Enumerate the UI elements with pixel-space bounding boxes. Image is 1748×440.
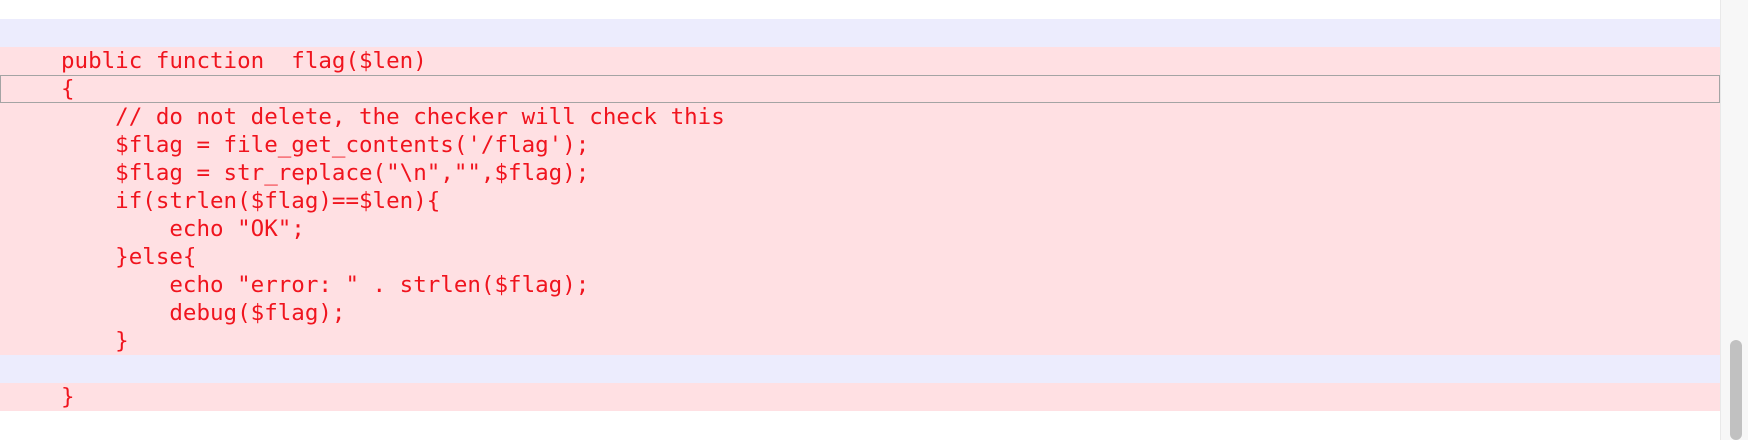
- code-area[interactable]: public function flag($len) { // do not d…: [0, 19, 1720, 411]
- code-line-removed[interactable]: }: [0, 383, 1720, 411]
- code-line-removed[interactable]: public function flag($len): [0, 47, 1720, 75]
- code-line-text: }else{: [61, 244, 197, 270]
- code-line-blank[interactable]: [0, 19, 1720, 47]
- code-line-removed[interactable]: debug($flag);: [0, 299, 1720, 327]
- code-line-text: $flag = file_get_contents('/flag');: [61, 132, 590, 158]
- code-line-text: echo "error: " . strlen($flag);: [61, 272, 590, 298]
- code-line-blank[interactable]: [0, 355, 1720, 383]
- code-line-text: $flag = str_replace("\n","",$flag);: [61, 160, 590, 186]
- code-line-removed[interactable]: }else{: [0, 243, 1720, 271]
- code-line-removed[interactable]: echo "OK";: [0, 215, 1720, 243]
- code-line-removed[interactable]: // do not delete, the checker will check…: [0, 103, 1720, 131]
- code-line-removed[interactable]: }: [0, 327, 1720, 355]
- code-line-text: }: [61, 328, 129, 354]
- code-line-text: debug($flag);: [61, 300, 346, 326]
- scrollbar-thumb[interactable]: [1730, 340, 1742, 440]
- code-line-text: if(strlen($flag)==$len){: [61, 188, 441, 214]
- code-line-text: // do not delete, the checker will check…: [61, 104, 725, 130]
- code-line-current[interactable]: {: [0, 75, 1720, 103]
- code-line-removed[interactable]: $flag = file_get_contents('/flag');: [0, 131, 1720, 159]
- code-line-removed[interactable]: echo "error: " . strlen($flag);: [0, 271, 1720, 299]
- diff-editor: public function flag($len) { // do not d…: [0, 0, 1748, 440]
- code-line-text: {: [61, 76, 75, 102]
- code-line-removed[interactable]: $flag = str_replace("\n","",$flag);: [0, 159, 1720, 187]
- code-line-text: }: [61, 384, 75, 410]
- code-line-text: public function flag($len): [61, 48, 427, 74]
- vertical-scrollbar[interactable]: [1720, 0, 1748, 440]
- code-line-removed[interactable]: if(strlen($flag)==$len){: [0, 187, 1720, 215]
- code-line-text: echo "OK";: [61, 216, 305, 242]
